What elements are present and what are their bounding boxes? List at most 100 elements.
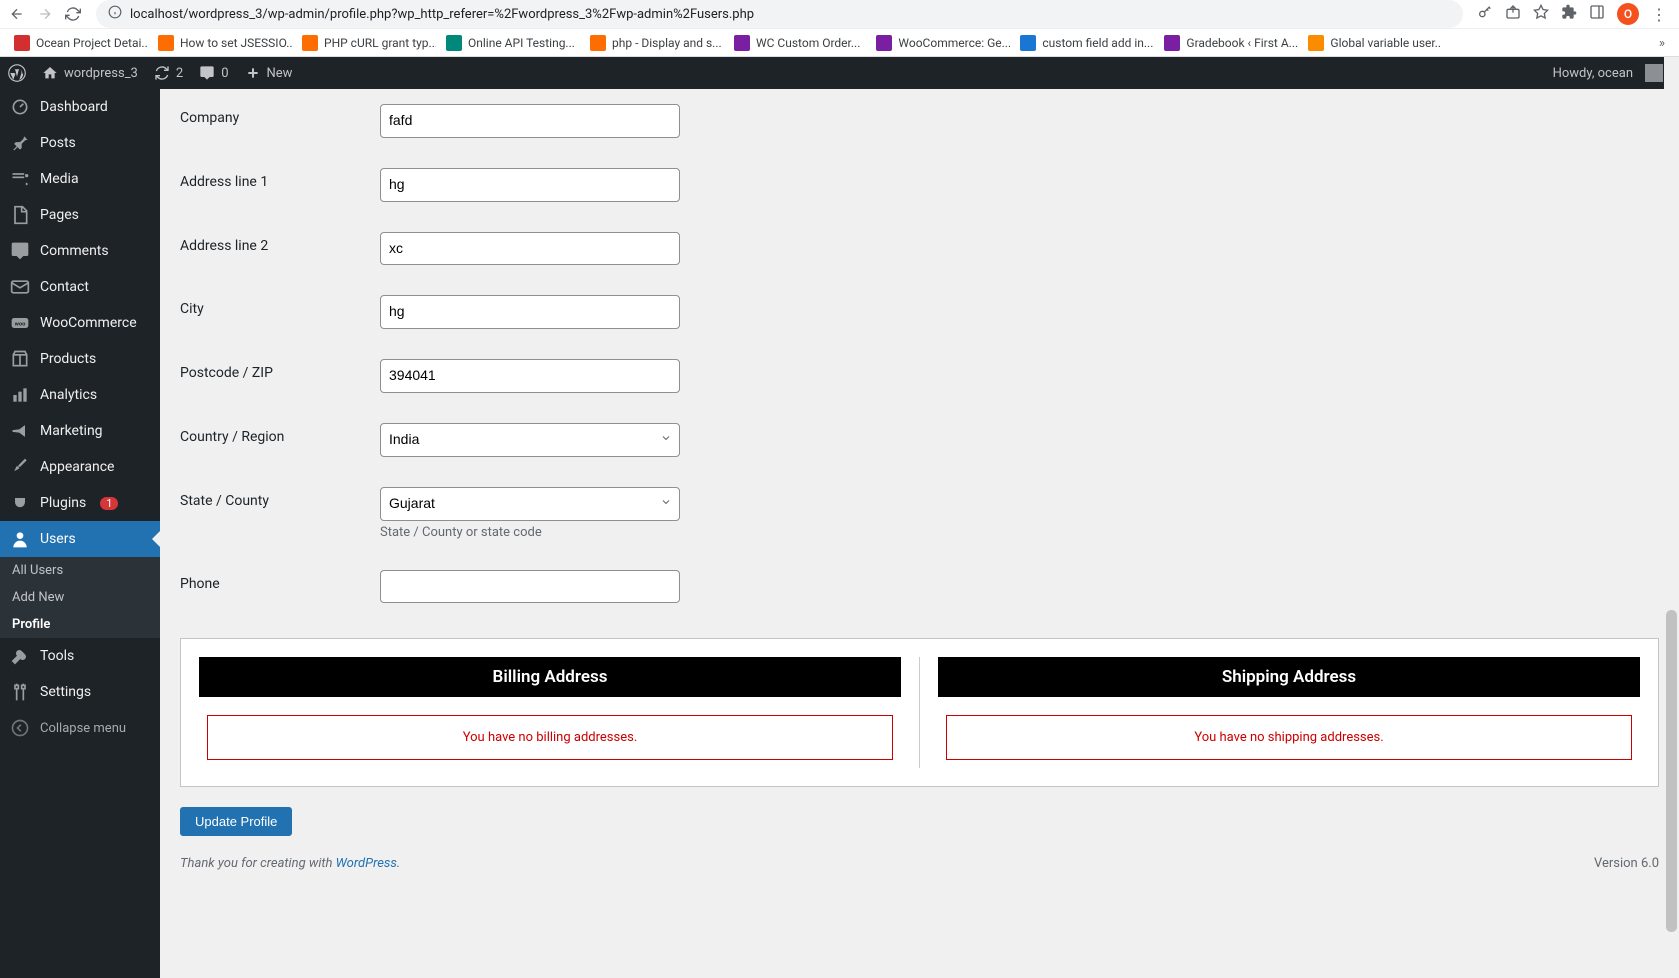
browser-menu-icon[interactable]: ⋮ <box>1651 5 1667 24</box>
menu-item-contact[interactable]: Contact <box>0 269 160 305</box>
collapse-label: Collapse menu <box>40 721 126 736</box>
menu-label: WooCommerce <box>40 315 137 331</box>
bookmark-label: How to set JSESSIO... <box>180 36 292 50</box>
state-description: State / County or state code <box>380 525 1659 540</box>
plug-icon <box>10 493 30 513</box>
country-select[interactable]: India <box>380 423 680 457</box>
menu-item-tools[interactable]: Tools <box>0 638 160 674</box>
site-info-icon[interactable] <box>108 5 122 23</box>
submenu-item-profile[interactable]: Profile <box>0 611 160 638</box>
address1-input[interactable] <box>380 168 680 202</box>
wrench-icon <box>10 646 30 666</box>
address2-input[interactable] <box>380 232 680 266</box>
menu-item-settings[interactable]: Settings <box>0 674 160 710</box>
submenu-item-add-new[interactable]: Add New <box>0 584 160 611</box>
address1-label: Address line 1 <box>180 168 380 190</box>
share-icon[interactable] <box>1505 4 1521 24</box>
comments-link[interactable]: 0 <box>191 57 236 89</box>
profile-avatar[interactable]: O <box>1617 3 1639 25</box>
submenu-item-all-users[interactable]: All Users <box>0 557 160 584</box>
city-input[interactable] <box>380 295 680 329</box>
menu-label: Media <box>40 171 79 187</box>
panel-icon[interactable] <box>1589 4 1605 24</box>
menu-item-appearance[interactable]: Appearance <box>0 449 160 485</box>
browser-toolbar: localhost/wordpress_3/wp-admin/profile.p… <box>0 0 1679 28</box>
shipping-header: Shipping Address <box>938 657 1640 697</box>
updates-count: 2 <box>176 66 183 81</box>
bookmark-label: PHP cURL grant typ... <box>324 36 436 50</box>
bookmark-item[interactable]: WC Custom Order... <box>728 33 866 53</box>
bookmark-item[interactable]: Global variable user... <box>1302 33 1442 53</box>
menu-item-marketing[interactable]: Marketing <box>0 413 160 449</box>
postcode-label: Postcode / ZIP <box>180 359 380 381</box>
shipping-column: Shipping Address You have no shipping ad… <box>938 657 1640 768</box>
collapse-icon <box>10 718 30 738</box>
url-bar[interactable]: localhost/wordpress_3/wp-admin/profile.p… <box>96 0 1463 28</box>
my-account[interactable]: Howdy, ocean <box>1545 57 1671 89</box>
billing-column: Billing Address You have no billing addr… <box>199 657 901 768</box>
menu-label: Plugins <box>40 495 86 511</box>
url-text: localhost/wordpress_3/wp-admin/profile.p… <box>130 7 754 22</box>
postcode-input[interactable] <box>380 359 680 393</box>
user-avatar-icon <box>1645 64 1663 82</box>
new-content[interactable]: New <box>237 57 301 89</box>
menu-item-posts[interactable]: Posts <box>0 125 160 161</box>
bookmark-item[interactable]: Ocean Project Detai... <box>8 33 148 53</box>
collapse-menu[interactable]: Collapse menu <box>0 710 160 746</box>
update-profile-button[interactable]: Update Profile <box>180 807 292 836</box>
company-input[interactable] <box>380 104 680 138</box>
billing-notice: You have no billing addresses. <box>207 715 893 760</box>
bookmark-item[interactable]: php - Display and s... <box>584 33 724 53</box>
brush-icon <box>10 457 30 477</box>
star-icon[interactable] <box>1533 4 1549 24</box>
forward-button[interactable] <box>36 5 54 23</box>
reload-button[interactable] <box>64 5 82 23</box>
extensions-icon[interactable] <box>1561 4 1577 24</box>
city-label: City <box>180 295 380 317</box>
bookmark-label: Global variable user... <box>1330 36 1442 50</box>
updates-link[interactable]: 2 <box>146 57 191 89</box>
box-icon <box>10 349 30 369</box>
bookmark-item[interactable]: How to set JSESSIO... <box>152 33 292 53</box>
phone-input[interactable] <box>380 570 680 604</box>
menu-item-dashboard[interactable]: Dashboard <box>0 89 160 125</box>
back-button[interactable] <box>8 5 26 23</box>
bookmark-item[interactable]: Gradebook ‹ First A... <box>1158 33 1298 53</box>
menu-item-plugins[interactable]: Plugins1 <box>0 485 160 521</box>
key-icon[interactable] <box>1477 4 1493 24</box>
menu-item-woocommerce[interactable]: woo WooCommerce <box>0 305 160 341</box>
admin-sidebar: DashboardPostsMediaPagesCommentsContactw… <box>0 89 160 978</box>
bookmark-item[interactable]: Online API Testing... <box>440 33 580 53</box>
bookmark-item[interactable]: custom field add in... <box>1014 33 1154 53</box>
menu-label: Marketing <box>40 423 103 439</box>
bookmark-item[interactable]: PHP cURL grant typ... <box>296 33 436 53</box>
wp-logo[interactable] <box>0 57 34 89</box>
bookmark-label: Gradebook ‹ First A... <box>1186 36 1298 50</box>
bookmarks-overflow-icon[interactable]: » <box>1653 36 1671 51</box>
menu-item-media[interactable]: Media <box>0 161 160 197</box>
company-label: Company <box>180 104 380 126</box>
bookmark-favicon-icon <box>876 35 892 51</box>
woo-icon: woo <box>10 313 30 333</box>
bookmark-favicon-icon <box>1308 35 1324 51</box>
menu-item-products[interactable]: Products <box>0 341 160 377</box>
scrollbar-thumb[interactable] <box>1666 610 1677 932</box>
address-panel: Billing Address You have no billing addr… <box>180 638 1659 787</box>
footer-wordpress-link[interactable]: WordPress <box>336 856 397 871</box>
page-icon <box>10 205 30 225</box>
state-select[interactable]: Gujarat <box>380 487 680 521</box>
bookmark-favicon-icon <box>302 35 318 51</box>
menu-item-pages[interactable]: Pages <box>0 197 160 233</box>
vertical-scrollbar[interactable] <box>1664 57 1679 978</box>
menu-item-users[interactable]: Users <box>0 521 160 557</box>
menu-item-comments[interactable]: Comments <box>0 233 160 269</box>
bookmark-item[interactable]: WooCommerce: Ge... <box>870 33 1010 53</box>
site-name[interactable]: wordpress_3 <box>34 57 146 89</box>
menu-label: Pages <box>40 207 79 223</box>
bookmark-label: custom field add in... <box>1042 36 1153 50</box>
menu-label: Analytics <box>40 387 97 403</box>
gear-icon <box>10 682 30 702</box>
menu-item-analytics[interactable]: Analytics <box>0 377 160 413</box>
wp-footer: Thank you for creating with WordPress. V… <box>180 836 1659 881</box>
new-label: New <box>267 66 293 81</box>
